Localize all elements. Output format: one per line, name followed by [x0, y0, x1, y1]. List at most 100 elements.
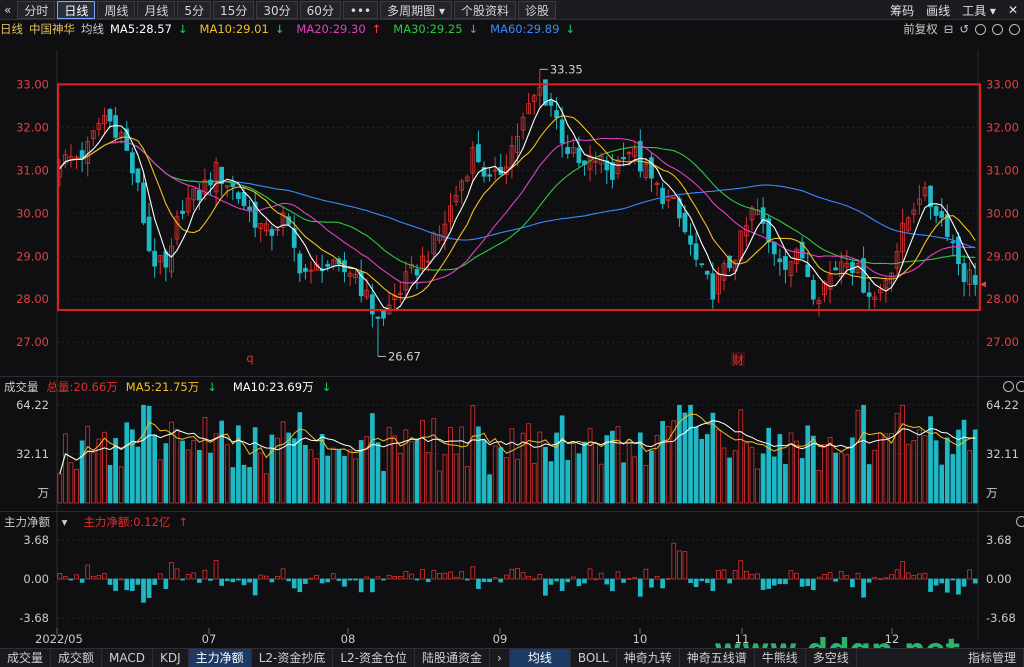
indicator-tab-4[interactable]: 主力净额 [188, 648, 252, 667]
volume-bar [732, 450, 738, 504]
candle-body [810, 280, 816, 300]
candle-body [933, 206, 939, 216]
flow-bar [777, 578, 783, 585]
flow-bar [559, 578, 565, 591]
volume-bar [85, 425, 91, 504]
tab-next-icon[interactable]: › [490, 648, 510, 667]
volume-bar [280, 421, 286, 504]
volume-bar [409, 441, 414, 504]
flow-bar [476, 578, 481, 589]
volume-close-icon[interactable] [1016, 381, 1024, 392]
flow-bar [755, 573, 760, 580]
volume-bar [972, 429, 978, 504]
volume-bar [894, 412, 900, 504]
indicator-manage-button[interactable]: 指标管理 [961, 648, 1024, 667]
date-label: 09 [493, 632, 508, 646]
volume-tick-right: 64.22 [986, 398, 1019, 412]
flow-bar [693, 578, 699, 588]
date-label: 07 [202, 632, 217, 646]
indicator-tab-6[interactable]: L2-资金仓位 [333, 648, 415, 667]
volume-bar [872, 449, 878, 504]
flow-bar [57, 573, 63, 580]
volume-bar [208, 452, 213, 504]
flow-bar [749, 573, 755, 580]
price-tick-left: 29.00 [16, 249, 49, 263]
volume-bar [163, 443, 169, 504]
volume-tick-left: 64.22 [16, 398, 49, 412]
indicator-tab-7[interactable]: 陆股通资金 [415, 648, 491, 667]
flow-bar [649, 578, 654, 588]
indicator-tab-5[interactable]: L2-资金抄底 [252, 648, 334, 667]
candle-body [487, 174, 492, 177]
flow-bar [386, 574, 392, 580]
indicator-tab-1[interactable]: 成交额 [51, 648, 103, 667]
flow-bar [152, 578, 158, 585]
volume-bar [559, 415, 565, 504]
overlay-tab-2[interactable]: 神奇九转 [617, 648, 680, 667]
volume-tick-left: 32.11 [16, 447, 49, 461]
volume-bar [587, 428, 593, 504]
volume-bar [336, 449, 342, 504]
flow-bar [130, 578, 135, 591]
price-tick-right: 32.00 [986, 120, 1019, 134]
flow-label[interactable]: 主力净额 ▾ [4, 514, 75, 530]
candle-body [610, 162, 615, 180]
volume-bar [855, 409, 861, 504]
volume-bar [833, 452, 839, 504]
flow-bar [113, 578, 118, 591]
event-marker-q: q [246, 351, 253, 365]
candle-body [704, 271, 710, 275]
flow-bar [420, 569, 425, 580]
flow-bar [967, 569, 972, 580]
candle-body [107, 109, 113, 122]
volume-bar [721, 447, 727, 504]
flow-bar [79, 578, 85, 583]
price-tick-left: 31.00 [16, 163, 49, 177]
volume-bar [180, 440, 185, 504]
flow-bar [392, 576, 398, 580]
flow-bar [448, 571, 453, 580]
volume-bar [598, 463, 604, 504]
volume-bar [677, 404, 682, 504]
volume-bar [710, 412, 716, 504]
flow-bar [442, 572, 448, 580]
kline-chart[interactable]: 33.00 33.00 32.00 32.00 31.00 31.00 30.00 30.00… [0, 0, 1024, 648]
candle-body [576, 147, 582, 164]
overlay-tab-4[interactable]: 牛熊线 [755, 648, 806, 667]
flow-close-icon[interactable] [1016, 516, 1024, 527]
volume-bar [252, 427, 258, 504]
candle-body [476, 144, 481, 163]
indicator-tab-0[interactable]: 成交量 [0, 648, 52, 667]
volume-bar [682, 412, 688, 504]
candle-body [939, 211, 945, 218]
overlay-tab-3[interactable]: 神奇五线谱 [680, 648, 755, 667]
indicator-tab-2[interactable]: MACD [102, 648, 154, 667]
flow-bar [503, 574, 509, 580]
candle-body [303, 267, 308, 272]
indicator-tab-3[interactable]: KDJ [153, 648, 189, 667]
volume-bar [866, 464, 872, 504]
volume-bar [102, 431, 107, 504]
flow-bar [464, 578, 470, 581]
volume-bar [347, 449, 353, 504]
overlay-tab-1[interactable]: BOLL [571, 648, 617, 667]
volume-bar [392, 435, 398, 504]
price-tick-left: 30.00 [16, 206, 49, 220]
flow-bar [688, 578, 693, 584]
flow-bar [520, 572, 526, 580]
volume-bar [649, 450, 654, 504]
stock-chart-window: « 分时 日线 周线 月线 5分 15分 30分 60分 ••• 多周期图 ▾ 个股资料 诊股 筹码画… [0, 0, 1024, 667]
divider-volume [0, 376, 1024, 377]
volume-settings-icon[interactable] [1003, 381, 1014, 392]
overlay-tab-5[interactable]: 多空线 [806, 648, 857, 667]
volume-bar [810, 435, 816, 504]
date-label: 2022/05 [35, 632, 83, 646]
price-tick-right: 29.00 [986, 249, 1019, 263]
candle-body [236, 192, 241, 199]
volume-label[interactable]: 成交量 [4, 379, 39, 395]
overlay-tab-0[interactable]: 均线 [509, 648, 571, 667]
candle-body [247, 206, 252, 211]
volume-bar [939, 464, 945, 504]
volume-bar [632, 456, 638, 504]
volume-bar [224, 444, 230, 504]
